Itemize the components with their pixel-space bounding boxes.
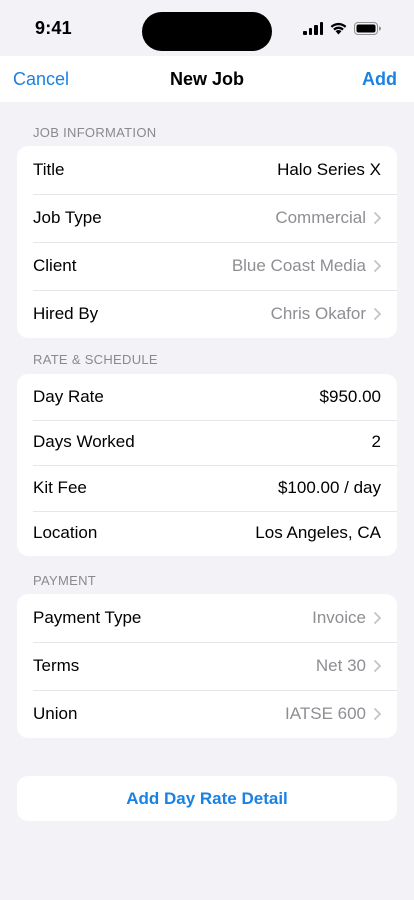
hired-by-row[interactable]: Hired By Chris Okafor xyxy=(17,290,397,338)
kit-fee-value[interactable]: $100.00 / day xyxy=(278,478,381,498)
battery-icon xyxy=(354,21,381,35)
day-rate-value[interactable]: $950.00 xyxy=(320,387,381,407)
dynamic-island xyxy=(142,12,272,51)
union-label: Union xyxy=(33,704,78,723)
chevron-right-icon xyxy=(374,260,381,272)
days-worked-row[interactable]: Days Worked 2 xyxy=(17,419,397,466)
day-rate-row[interactable]: Day Rate $950.00 xyxy=(17,374,397,420)
job-type-label: Job Type xyxy=(33,208,102,227)
client-row[interactable]: Client Blue Coast Media xyxy=(17,242,397,290)
title-value[interactable]: Halo Series X xyxy=(277,160,381,180)
terms-label: Terms xyxy=(33,656,80,675)
location-row[interactable]: Location Los Angeles, CA xyxy=(17,510,397,557)
chevron-right-icon xyxy=(374,708,381,720)
add-day-rate-detail-button[interactable]: Add Day Rate Detail xyxy=(17,776,397,821)
union-row[interactable]: Union IATSE 600 xyxy=(17,690,397,738)
location-label: Location xyxy=(33,523,98,543)
job-type-row[interactable]: Job Type Commercial xyxy=(17,194,397,242)
cellular-signal-icon xyxy=(303,21,323,35)
section-header-rate-schedule: RATE & SCHEDULE xyxy=(33,352,158,367)
terms-value: Net 30 xyxy=(315,656,366,675)
day-rate-label: Day Rate xyxy=(33,386,104,406)
page-title: New Job xyxy=(169,69,244,89)
title-label: Title xyxy=(33,160,65,179)
navigation-bar: Cancel New Job Add xyxy=(0,56,414,102)
payment-type-label: Payment Type xyxy=(33,608,142,627)
chevron-right-icon xyxy=(374,308,381,320)
status-icons xyxy=(303,20,381,36)
job-type-value: Commercial xyxy=(275,208,366,227)
days-worked-value[interactable]: 2 xyxy=(372,432,381,452)
status-time: 9:41 xyxy=(35,18,72,38)
wifi-icon xyxy=(330,22,347,35)
hired-by-value: Chris Okafor xyxy=(270,304,366,323)
days-worked-label: Days Worked xyxy=(33,432,135,452)
kit-fee-label: Kit Fee xyxy=(33,477,87,497)
client-value: Blue Coast Media xyxy=(231,256,366,275)
payment-type-row[interactable]: Payment Type Invoice xyxy=(17,594,397,642)
section-header-payment: PAYMENT xyxy=(33,573,97,588)
job-information-card: Title Halo Series X Job Type Commercial … xyxy=(17,146,397,338)
payment-type-value: Invoice xyxy=(312,608,366,627)
section-header-job-information: JOB INFORMATION xyxy=(33,125,157,140)
terms-row[interactable]: Terms Net 30 xyxy=(17,642,397,690)
kit-fee-row[interactable]: Kit Fee $100.00 / day xyxy=(17,465,397,511)
union-value: IATSE 600 xyxy=(285,704,366,723)
title-row[interactable]: Title Halo Series X xyxy=(17,146,397,194)
chevron-right-icon xyxy=(374,212,381,224)
add-button[interactable]: Add xyxy=(362,69,397,90)
chevron-right-icon xyxy=(374,612,381,624)
rate-schedule-card: Day Rate $950.00 Days Worked 2 Kit Fee $… xyxy=(17,374,397,556)
payment-card: Payment Type Invoice Terms Net 30 Union … xyxy=(17,594,397,738)
status-bar: 9:41 xyxy=(0,0,414,56)
chevron-right-icon xyxy=(374,660,381,672)
location-value[interactable]: Los Angeles, CA xyxy=(255,523,381,543)
hired-by-label: Hired By xyxy=(33,304,99,323)
client-label: Client xyxy=(33,256,77,275)
